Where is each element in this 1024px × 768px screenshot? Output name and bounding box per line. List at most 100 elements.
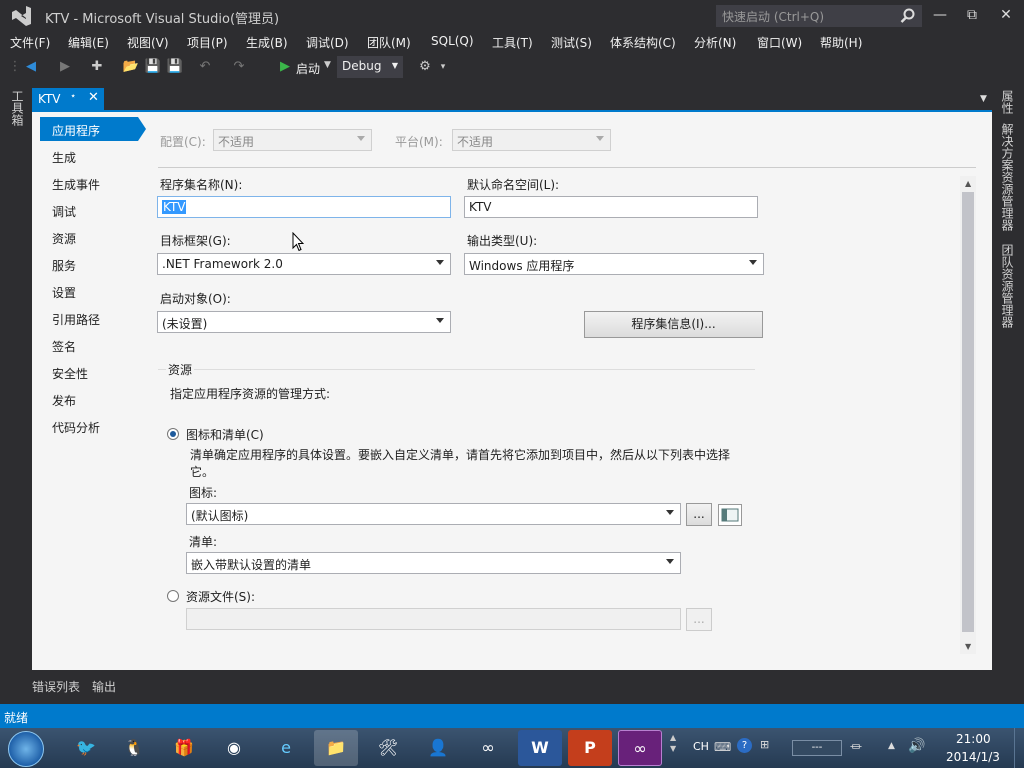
target-framework-dropdown[interactable]: .NET Framework 2.0 <box>157 253 451 275</box>
taskbar-tools-icon[interactable]: 🛠 <box>366 730 410 766</box>
nav-application[interactable]: 应用程序 <box>52 122 100 139</box>
clock-date[interactable]: 2014/1/3 <box>946 750 1000 764</box>
resources-group-title: 资源 <box>166 361 195 378</box>
minimize-button[interactable]: — <box>928 4 952 26</box>
menu-help[interactable]: 帮助(H) <box>820 34 862 51</box>
toolbox-tab[interactable]: 工具箱 <box>9 90 26 126</box>
menu-architecture[interactable]: 体系结构(C) <box>610 34 676 51</box>
taskbar-infinity-app-icon[interactable]: ∞ <box>466 730 510 766</box>
forward-icon[interactable]: ▶ <box>56 58 74 76</box>
nav-services[interactable]: 服务 <box>52 257 76 274</box>
close-tab-icon[interactable]: ✕ <box>88 90 99 105</box>
solution-explorer-tab[interactable]: 解决方案资源管理器 <box>999 123 1016 231</box>
search-icon[interactable] <box>900 8 918 26</box>
taskbar-visual-studio-icon[interactable]: ∞ <box>618 730 662 766</box>
power-plug-icon[interactable]: ⏛ <box>850 738 862 755</box>
taskbar-gift-app-icon[interactable]: 🎁 <box>162 730 206 766</box>
menu-edit[interactable]: 编辑(E) <box>68 34 109 51</box>
nav-debug[interactable]: 调试 <box>52 203 76 220</box>
back-icon[interactable]: ◀ <box>22 58 40 76</box>
close-window-button[interactable]: ✕ <box>994 4 1018 26</box>
menu-project[interactable]: 项目(P) <box>187 34 228 51</box>
attach-tool-icon[interactable]: ⚙ <box>416 58 434 76</box>
input-settings-icon[interactable]: ⊞ <box>760 738 769 751</box>
scroll-up-icon[interactable]: ▲ <box>965 179 971 188</box>
start-button-label[interactable]: 启动 <box>296 60 320 77</box>
icon-manifest-label[interactable]: 图标和清单(C) <box>186 426 264 443</box>
taskbar-scroll-icon[interactable]: ▲ ▼ <box>670 732 676 754</box>
nav-publish[interactable]: 发布 <box>52 392 76 409</box>
save-all-icon[interactable]: 💾 <box>166 58 184 76</box>
manifest-dropdown[interactable]: 嵌入带默认设置的清单 <box>186 552 681 574</box>
team-explorer-tab[interactable]: 团队资源管理器 <box>999 244 1016 328</box>
start-icon[interactable]: ▶ <box>276 58 294 76</box>
menu-file[interactable]: 文件(F) <box>10 34 50 51</box>
keyboard-icon[interactable]: ⌨ <box>714 740 731 754</box>
tab-error-list[interactable]: 错误列表 <box>32 678 80 695</box>
nav-resources[interactable]: 资源 <box>52 230 76 247</box>
restore-button[interactable]: ⧉ <box>960 4 984 26</box>
taskbar-person-app-icon[interactable]: 👤 <box>416 730 460 766</box>
assembly-name-input[interactable]: KTV <box>157 196 451 218</box>
menu-test[interactable]: 测试(S) <box>551 34 592 51</box>
icon-dropdown[interactable]: (默认图标) <box>186 503 681 525</box>
scroll-down-icon[interactable]: ▼ <box>965 642 971 651</box>
menu-tools[interactable]: 工具(T) <box>492 34 533 51</box>
taskbar-feiq-icon[interactable]: 🐦 <box>64 730 108 766</box>
language-bar-box[interactable]: --- <box>792 740 842 756</box>
nav-settings[interactable]: 设置 <box>52 284 76 301</box>
taskbar-chrome-icon[interactable]: ◉ <box>212 730 256 766</box>
window-title: KTV - Microsoft Visual Studio(管理员) <box>45 12 280 27</box>
nav-reference-paths[interactable]: 引用路径 <box>52 311 100 328</box>
nav-build-events[interactable]: 生成事件 <box>52 176 100 193</box>
assembly-information-label: 程序集信息(I)... <box>631 317 716 331</box>
menu-team[interactable]: 团队(M) <box>367 34 411 51</box>
pin-icon[interactable]: ⋆ <box>70 91 76 102</box>
taskbar-ie-icon[interactable]: e <box>264 730 308 766</box>
startup-object-dropdown[interactable]: (未设置) <box>157 311 451 333</box>
help-icon[interactable]: ? <box>737 738 752 753</box>
nav-code-analysis[interactable]: 代码分析 <box>52 419 100 436</box>
solution-config-dropdown[interactable]: Debug ▼ <box>337 56 403 78</box>
taskbar-powerpoint-icon[interactable]: P <box>568 730 612 766</box>
open-file-icon[interactable]: 📂 <box>122 58 140 76</box>
ime-indicator[interactable]: CH <box>693 740 709 753</box>
assembly-information-button[interactable]: 程序集信息(I)... <box>584 311 763 338</box>
icon-manifest-description-line1: 清单确定应用程序的具体设置。要嵌入自定义清单，请首先将它添加到项目中，然后从以下… <box>190 448 731 462</box>
tab-output[interactable]: 输出 <box>92 678 116 695</box>
clock-time[interactable]: 21:00 <box>956 732 991 746</box>
menu-build[interactable]: 生成(B) <box>246 34 288 51</box>
undo-icon[interactable]: ↶ <box>196 58 214 76</box>
menu-debug[interactable]: 调试(D) <box>306 34 349 51</box>
menu-view[interactable]: 视图(V) <box>127 34 169 51</box>
menu-window[interactable]: 窗口(W) <box>757 34 802 51</box>
redo-icon[interactable]: ↷ <box>230 58 248 76</box>
scrollbar-thumb[interactable] <box>962 192 974 632</box>
taskbar-explorer-icon[interactable]: 📁 <box>314 730 358 766</box>
icon-browse-button[interactable]: ... <box>686 503 712 526</box>
show-desktop-button[interactable] <box>1014 728 1024 768</box>
volume-icon[interactable]: 🔊 <box>908 738 925 754</box>
toolbar-overflow-icon[interactable]: ▾ <box>434 58 452 76</box>
output-type-dropdown[interactable]: Windows 应用程序 <box>464 253 764 275</box>
nav-security[interactable]: 安全性 <box>52 365 88 382</box>
default-namespace-input[interactable]: KTV <box>464 196 758 218</box>
resource-file-radio[interactable] <box>167 590 179 602</box>
icon-manifest-radio[interactable] <box>167 428 179 440</box>
nav-signing[interactable]: 签名 <box>52 338 76 355</box>
chevron-down-icon[interactable]: ▼ <box>324 60 331 70</box>
nav-build[interactable]: 生成 <box>52 149 76 166</box>
resource-file-label[interactable]: 资源文件(S): <box>186 588 255 605</box>
properties-tab[interactable]: 属性 <box>999 90 1016 114</box>
tab-ktv-properties[interactable]: KTV ⋆ ✕ <box>32 88 104 110</box>
taskbar-word-icon[interactable]: W <box>518 730 562 766</box>
taskbar-qq-icon[interactable]: 🐧 <box>112 730 156 766</box>
save-icon[interactable]: 💾 <box>144 58 162 76</box>
tab-overflow-icon[interactable]: ▼ <box>980 94 987 104</box>
new-project-icon[interactable]: ✚ <box>88 58 106 76</box>
show-hidden-icons-icon[interactable]: ▲ <box>888 741 895 751</box>
windows-start-button[interactable] <box>8 731 44 767</box>
quick-launch-input[interactable]: 快速启动 (Ctrl+Q) <box>716 5 922 27</box>
menu-analyze[interactable]: 分析(N) <box>694 34 736 51</box>
menu-sql[interactable]: SQL(Q) <box>431 34 474 48</box>
